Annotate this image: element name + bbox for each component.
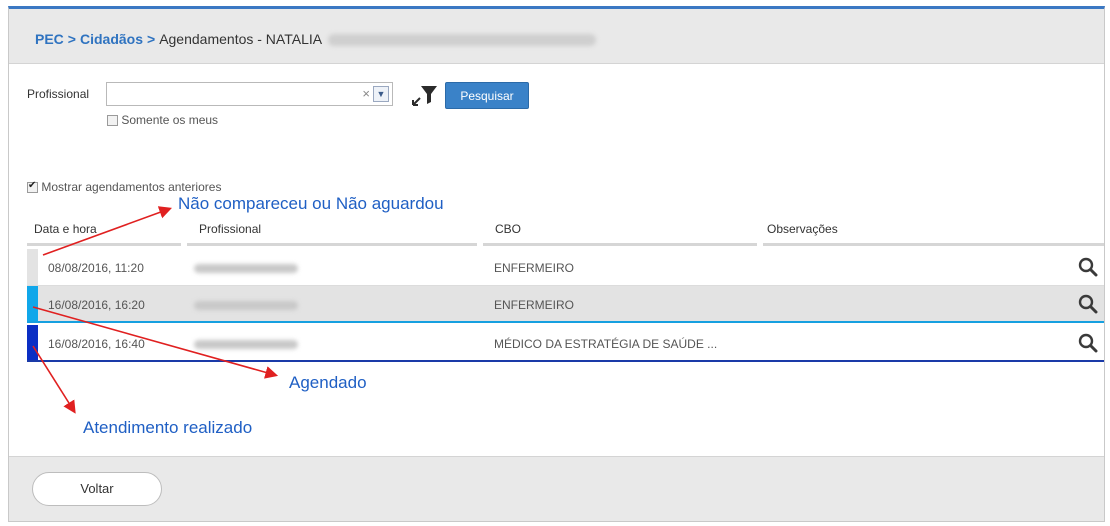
arrow-done bbox=[32, 345, 76, 414]
annotation-arrows bbox=[32, 206, 279, 414]
app-window: PEC > Cidadãos > Agendamentos - NATALIA Prof… bbox=[8, 6, 1105, 522]
footer-bar: Voltar bbox=[9, 456, 1104, 521]
back-button[interactable]: Voltar bbox=[32, 472, 162, 506]
arrow-no-show bbox=[42, 206, 173, 256]
arrow-scheduled bbox=[32, 306, 279, 379]
